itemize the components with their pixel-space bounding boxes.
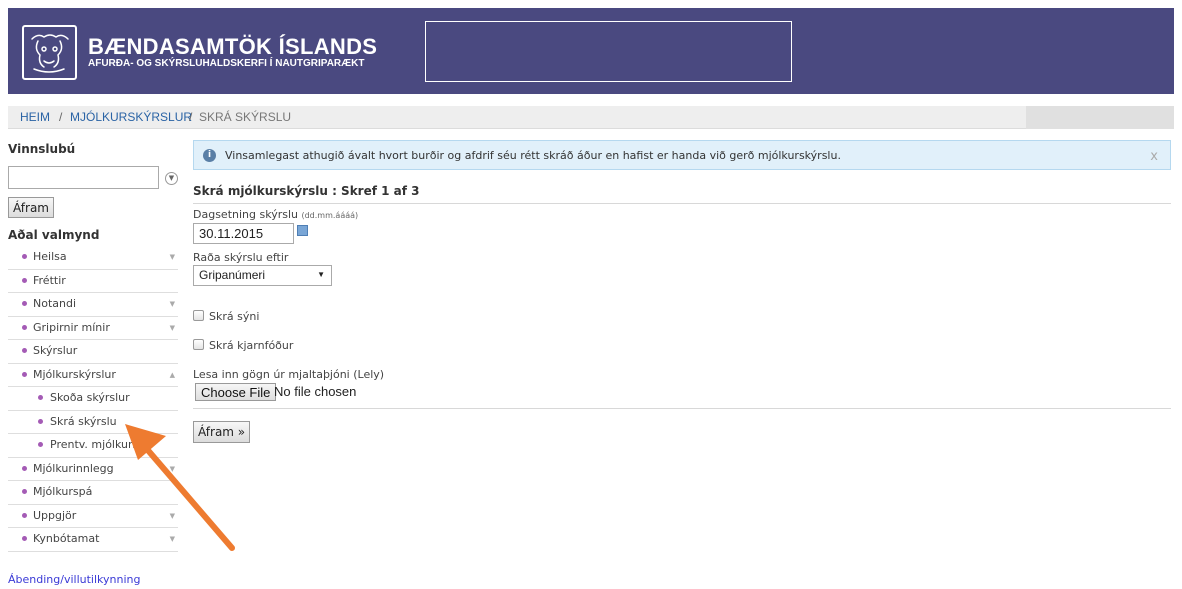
sort-select-value: Gripanúmeri (199, 268, 266, 282)
sidebar-subitem-prentv[interactable]: Prentv. mjólkurs (8, 434, 178, 458)
sidebar-item-notandi[interactable]: Notandi ▼ (8, 293, 178, 317)
sidebar-item-label: Skoða skýrslur (50, 391, 130, 404)
bullet-icon (22, 512, 27, 518)
register-feed-checkbox[interactable] (193, 339, 204, 350)
calendar-icon[interactable] (297, 225, 308, 236)
header-bar: BÆNDASAMTÖK ÍSLANDS AFURÐA- OG SKÝRSLUHA… (8, 8, 1174, 94)
sidebar-item-label: Mjólkurspá (33, 485, 93, 498)
register-feed-label: Skrá kjarnfóður (209, 339, 294, 352)
sidebar-item-label: Skrá skýrslu (50, 414, 117, 428)
breadcrumb-home[interactable]: HEIM (20, 110, 50, 124)
chevron-down-icon: ▼ (169, 253, 175, 261)
file-label: Lesa inn gögn úr mjaltaþjóni (Lely) (193, 368, 385, 381)
register-samples-label: Skrá sýni (209, 310, 260, 323)
sidebar-item-gripirnir[interactable]: Gripirnir mínir ▼ (8, 317, 178, 340)
sidebar-item-label: Kynbótamat (33, 532, 100, 545)
info-icon: i (203, 149, 216, 162)
bullet-icon (38, 395, 43, 400)
brand-title: BÆNDASAMTÖK ÍSLANDS (88, 34, 378, 59)
sidebar-item-mjolkurskyrslur[interactable]: Mjólkurskýrslur ▲ (8, 364, 178, 387)
bullet-icon (22, 489, 27, 494)
choose-file-button[interactable]: Choose File (195, 383, 277, 401)
chevron-down-icon: ▼ (169, 300, 175, 308)
bullet-icon (22, 254, 27, 259)
chevron-down-icon: ▼ (169, 464, 175, 473)
breadcrumb-right-panel (1026, 106, 1174, 129)
sidebar-item-label: Gripirnir mínir (33, 320, 110, 334)
divider (193, 408, 1171, 409)
bullet-icon (38, 442, 43, 447)
sort-select[interactable]: Gripanúmeri ▼ (193, 265, 332, 286)
breadcrumb-separator: / (189, 110, 193, 124)
header-banner-box (425, 21, 792, 82)
sidebar-subitem-skoda[interactable]: Skoða skýrslur (8, 387, 178, 411)
date-hint: (dd.mm.áááá) (301, 211, 359, 220)
work-farm-input[interactable] (8, 166, 159, 189)
main-menu: Heilsa ▼ Fréttir Notandi ▼ Gripirnir mín… (8, 246, 178, 552)
bullet-icon (22, 536, 27, 541)
chevron-up-icon: ▲ (169, 370, 175, 379)
date-label-text: Dagsetning skýrslu (193, 208, 298, 221)
divider (193, 203, 1171, 204)
cow-logo-icon (22, 25, 77, 80)
sidebar-item-label: Mjólkurskýrslur (33, 367, 116, 381)
sidebar-item-heilsa[interactable]: Heilsa ▼ (8, 246, 178, 270)
chevron-down-icon: ▼ (317, 270, 325, 279)
feedback-link[interactable]: Ábending/villutilkynning (8, 573, 140, 586)
sidebar-subitem-skra[interactable]: Skrá skýrslu (8, 411, 178, 434)
bullet-icon (22, 348, 27, 353)
bullet-icon (38, 418, 43, 424)
report-date-input[interactable] (193, 223, 294, 244)
sidebar-item-mjolkurinnlegg[interactable]: Mjólkurinnlegg ▼ (8, 458, 178, 481)
breadcrumb-milk-reports[interactable]: MJÓLKURSKÝRSLUR (70, 110, 192, 124)
bullet-icon (22, 277, 27, 283)
sidebar-item-label: Skýrslur (33, 344, 78, 357)
dropdown-circle-icon[interactable]: ▼ (165, 172, 178, 185)
bullet-icon (22, 301, 27, 306)
breadcrumb-separator: / (59, 110, 63, 124)
bullet-icon (22, 371, 27, 377)
sidebar-item-label: Uppgjör (33, 508, 77, 522)
sidebar-item-label: Notandi (33, 297, 77, 310)
work-farm-title: Vinnslubú (8, 142, 76, 156)
work-farm-go-button[interactable]: Áfram (8, 197, 54, 218)
form-title: Skrá mjólkurskýrslu : Skref 1 af 3 (193, 184, 420, 198)
chevron-down-icon: ▼ (169, 535, 175, 543)
breadcrumb: HEIM / MJÓLKURSKÝRSLUR / SKRÁ SKÝRSLU (8, 106, 1174, 129)
sidebar-item-mjolkurspa[interactable]: Mjólkurspá (8, 481, 178, 505)
sort-label: Raða skýrslu eftir (193, 251, 289, 264)
register-samples-checkbox[interactable] (193, 310, 204, 321)
sidebar-item-label: Prentv. mjólkurs (50, 438, 139, 451)
sidebar-item-label: Fréttir (33, 273, 66, 287)
info-text: Vinsamlegast athugið ávalt hvort burðir … (225, 149, 841, 162)
main-menu-title: Aðal valmynd (8, 228, 100, 242)
brand-subtitle: AFURÐA- OG SKÝRSLUHALDSKERFI Í NAUTGRIPA… (88, 58, 365, 69)
close-icon[interactable]: x (1150, 149, 1158, 164)
date-label: Dagsetning skýrslu (dd.mm.áááá) (193, 208, 358, 221)
sidebar-item-skyrslur[interactable]: Skýrslur (8, 340, 178, 364)
sidebar-item-kynbotamat[interactable]: Kynbótamat ▼ (8, 528, 178, 552)
next-step-button[interactable]: Áfram » (193, 421, 251, 443)
chevron-down-icon: ▼ (169, 511, 175, 520)
bullet-icon (22, 324, 27, 330)
sidebar-item-label: Heilsa (33, 250, 67, 263)
sidebar-item-label: Mjólkurinnlegg (33, 461, 114, 475)
sidebar-item-frettir[interactable]: Fréttir (8, 270, 178, 293)
breadcrumb-current: SKRÁ SKÝRSLU (199, 110, 292, 124)
chevron-down-icon: ▼ (169, 323, 175, 332)
info-alert: i Vinsamlegast athugið ávalt hvort burði… (193, 140, 1171, 170)
bullet-icon (22, 465, 27, 471)
file-status: No file chosen (274, 384, 357, 399)
sidebar-item-uppgjor[interactable]: Uppgjör ▼ (8, 505, 178, 528)
